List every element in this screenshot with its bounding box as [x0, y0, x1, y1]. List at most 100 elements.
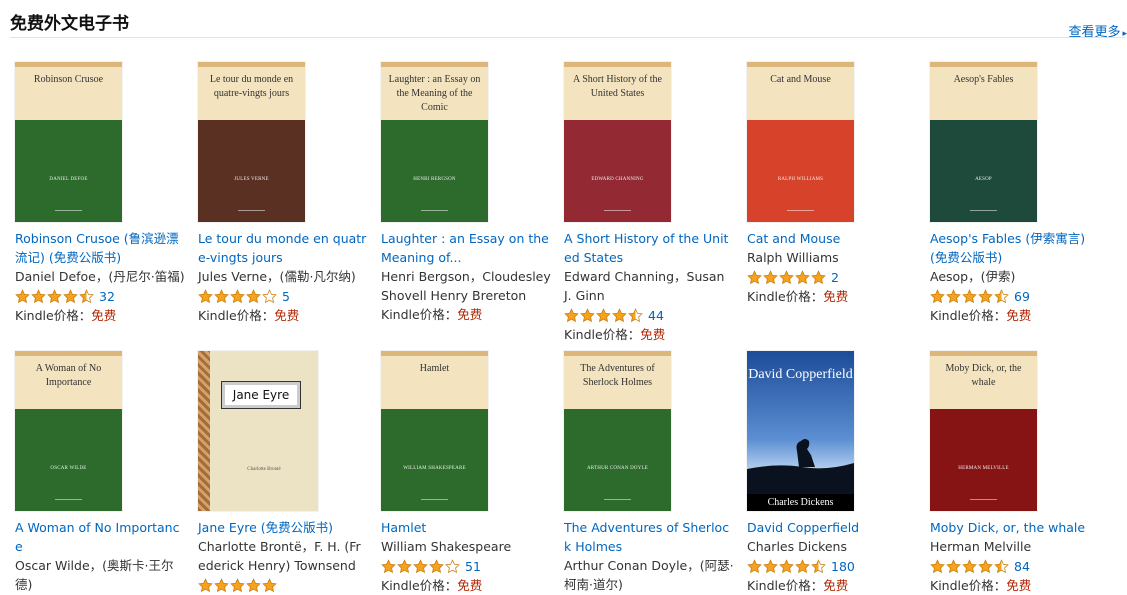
- book-cover[interactable]: Moby Dick, or, the whale Herman Melville: [930, 351, 1037, 511]
- cover-title: David Copperfield: [748, 367, 853, 382]
- review-count-link[interactable]: 51: [465, 559, 481, 574]
- star-rating[interactable]: [564, 307, 644, 323]
- book-title-link[interactable]: David Copperfield: [747, 518, 917, 537]
- review-count-link[interactable]: 180: [831, 559, 855, 574]
- kindle-price: Kindle价格：免费: [381, 576, 551, 595]
- star-rating[interactable]: [198, 288, 278, 304]
- book-cover[interactable]: Aesop's Fables Aesop: [930, 62, 1037, 222]
- cover-publisher-mark: [604, 210, 631, 221]
- cover-author: Ralph Williams: [777, 177, 824, 182]
- book-cover[interactable]: David Copperfield Charles Dickens: [747, 351, 854, 511]
- cover-author: Charles Dickens: [747, 494, 854, 511]
- book-cover[interactable]: Laughter : an Essay on the Meaning of th…: [381, 62, 488, 222]
- price-label: Kindle价格：: [747, 289, 824, 304]
- star-rating[interactable]: [747, 558, 827, 574]
- star-icon: [795, 269, 810, 284]
- cover-title-panel: Moby Dick, or, the whale: [930, 351, 1037, 409]
- book-item: David Copperfield Charles Dickens David Co…: [747, 351, 917, 595]
- rating-row: 32: [15, 286, 185, 306]
- review-count-link[interactable]: 2: [831, 270, 839, 285]
- star-icon: [978, 558, 993, 573]
- cover-spine-pattern: [198, 351, 210, 511]
- book-title-link[interactable]: Aesop's Fables (伊索寓言) (免费公版书): [930, 229, 1100, 267]
- book-title-link[interactable]: Hamlet: [381, 518, 551, 537]
- star-icon: [262, 577, 277, 592]
- cover-author: Henri Bergson: [413, 177, 456, 182]
- book-cover[interactable]: The Adventures of Sherlock Holmes Arthur …: [564, 351, 671, 511]
- review-count-link[interactable]: 84: [1014, 559, 1030, 574]
- star-rating[interactable]: [381, 558, 461, 574]
- kindle-price: Kindle价格：免费: [930, 576, 1100, 595]
- star-icon: [763, 269, 778, 284]
- star-icon: [747, 558, 762, 573]
- review-count-link[interactable]: 32: [99, 289, 115, 304]
- section-divider: [10, 37, 1125, 38]
- cover-band: [930, 409, 1037, 511]
- book-cover[interactable]: Le tour du monde en quatre-vingts jours J…: [198, 62, 305, 222]
- book-title-link[interactable]: A Woman of No Importance: [15, 518, 185, 556]
- book-item: The Adventures of Sherlock Holmes Arthur …: [564, 351, 734, 594]
- book-cover[interactable]: A Short History of the United States Edwa…: [564, 62, 671, 222]
- star-rating[interactable]: [930, 558, 1010, 574]
- star-icon: [397, 558, 412, 573]
- star-icon: [413, 558, 428, 573]
- cover-title: Laughter : an Essay on the Meaning of th…: [388, 74, 481, 113]
- book-title-link[interactable]: The Adventures of Sherlock Holmes: [564, 518, 734, 556]
- book-title-link[interactable]: Le tour du monde en quatre-vingts jours: [198, 229, 368, 267]
- cover-band: [564, 120, 671, 222]
- star-icon: [262, 288, 277, 303]
- cover-publisher-mark: [421, 210, 448, 221]
- book-title-link[interactable]: Cat and Mouse: [747, 229, 917, 248]
- book-cover[interactable]: Cat and Mouse Ralph Williams: [747, 62, 854, 222]
- book-author: Aesop，(伊索): [930, 269, 1016, 284]
- star-icon: [198, 577, 213, 592]
- star-icon: [747, 269, 762, 284]
- cover-title: The Adventures of Sherlock Holmes: [580, 363, 655, 388]
- cover-title-panel: Cat and Mouse: [747, 62, 854, 120]
- review-count-link[interactable]: 44: [648, 308, 664, 323]
- book-author: Daniel Defoe，(丹尼尔·笛福): [15, 269, 185, 284]
- book-title-link[interactable]: A Short History of the United States: [564, 229, 734, 267]
- star-rating[interactable]: [747, 269, 827, 285]
- book-cover[interactable]: Hamlet William Shakespeare: [381, 351, 488, 511]
- book-cover[interactable]: Jane Eyre Charlotte Brontë: [198, 351, 318, 511]
- cover-band: [381, 120, 488, 222]
- price-label: Kindle价格：: [381, 578, 458, 593]
- cover-author: Herman Melville: [958, 466, 1009, 471]
- star-rating[interactable]: [15, 288, 95, 304]
- book-author: William Shakespeare: [381, 539, 512, 554]
- book-cover[interactable]: Robinson Crusoe Daniel Defoe: [15, 62, 122, 222]
- star-rating[interactable]: [198, 577, 278, 593]
- star-icon: [230, 577, 245, 592]
- cover-title-panel: A Short History of the United States: [564, 62, 671, 120]
- book-author: Ralph Williams: [747, 250, 839, 265]
- price-value: 免费: [457, 578, 483, 593]
- book-author: Arthur Conan Doyle，(阿瑟·柯南·道尔): [564, 558, 734, 592]
- rating-row: 2: [747, 267, 917, 287]
- cover-author: Arthur Conan Doyle: [586, 466, 649, 471]
- book-cover[interactable]: A Woman of No Importance Oscar Wilde: [15, 351, 122, 511]
- price-label: Kindle价格：: [930, 308, 1007, 323]
- cover-title: A Woman of No Importance: [35, 363, 102, 388]
- star-icon: [994, 558, 1009, 573]
- section-title: 免费外文电子书: [10, 14, 129, 34]
- book-title-link[interactable]: Robinson Crusoe (鲁滨逊漂流记) (免费公版书): [15, 229, 185, 267]
- star-icon: [79, 288, 94, 303]
- kindle-price: Kindle价格：免费: [381, 305, 551, 324]
- book-title-link[interactable]: Laughter : an Essay on the Meaning of...: [381, 229, 551, 267]
- star-icon: [763, 558, 778, 573]
- cover-publisher-mark: [55, 499, 82, 510]
- review-count-link[interactable]: 5: [282, 289, 290, 304]
- book-author: Henri Bergson，Cloudesley Shovell Henry B…: [381, 269, 551, 303]
- star-icon: [15, 288, 30, 303]
- review-count-link[interactable]: 69: [1014, 289, 1030, 304]
- star-icon: [978, 288, 993, 303]
- book-author: Charlotte Brontë，F. H. (Frederick Henry)…: [198, 539, 361, 573]
- star-rating[interactable]: [930, 288, 1010, 304]
- cover-publisher-mark: [55, 210, 82, 221]
- rating-row: 69: [930, 286, 1100, 306]
- book-title-link[interactable]: Moby Dick, or, the whale: [930, 518, 1100, 537]
- book-title-link[interactable]: Jane Eyre (免费公版书): [198, 518, 368, 537]
- cover-title-panel: Hamlet: [381, 351, 488, 409]
- cover-title: Cat and Mouse: [770, 74, 831, 85]
